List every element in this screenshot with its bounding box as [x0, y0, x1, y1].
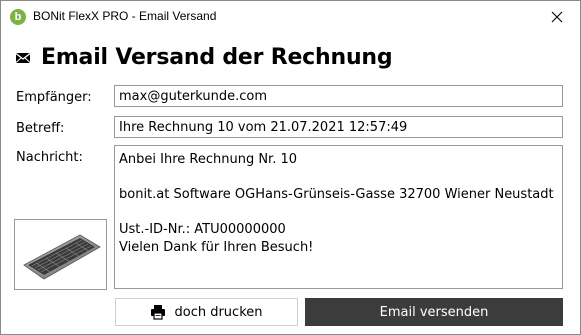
- title-bar[interactable]: b BONit FlexX PRO - Email Versand: [1, 1, 580, 32]
- message-line: Anbei Ihre Rechnung Nr. 10: [119, 152, 298, 167]
- print-button[interactable]: doch drucken: [115, 298, 298, 326]
- message-line: [119, 169, 558, 187]
- subject-input[interactable]: [114, 116, 563, 138]
- send-email-button[interactable]: Email versenden: [305, 298, 563, 326]
- close-button[interactable]: [534, 1, 580, 32]
- message-label: Nachricht:: [16, 150, 83, 165]
- email-dialog-window: b BONit FlexX PRO - Email Versand Email …: [0, 0, 581, 335]
- recipient-label: Empfänger:: [16, 90, 92, 105]
- page-title: Email Versand der Rechnung: [41, 45, 393, 70]
- bonit-logo-icon: b: [10, 9, 26, 25]
- message-line: [119, 204, 558, 222]
- window-title: BONit FlexX PRO - Email Versand: [33, 9, 217, 23]
- product-image: [14, 219, 107, 290]
- message-line: Vielen Dank für Ihren Besuch!: [119, 239, 314, 255]
- mail-icon: [15, 52, 31, 63]
- message-line: bonit.at Software OGHans-Grünseis-Gasse …: [119, 187, 554, 202]
- print-button-label: doch drucken: [174, 304, 263, 320]
- message-line: Ust.-ID-Nr.: ATU00000000: [119, 222, 286, 237]
- message-textarea[interactable]: Anbei Ihre Rechnung Nr. 10 bonit.at Soft…: [114, 145, 563, 289]
- recipient-input[interactable]: [114, 85, 563, 107]
- page-heading: Email Versand der Rechnung: [15, 45, 393, 70]
- send-button-label: Email versenden: [379, 304, 489, 320]
- subject-label: Betreff:: [16, 121, 65, 136]
- printer-icon: [151, 305, 166, 320]
- close-icon: [551, 11, 563, 22]
- keyboard-image: [22, 234, 101, 279]
